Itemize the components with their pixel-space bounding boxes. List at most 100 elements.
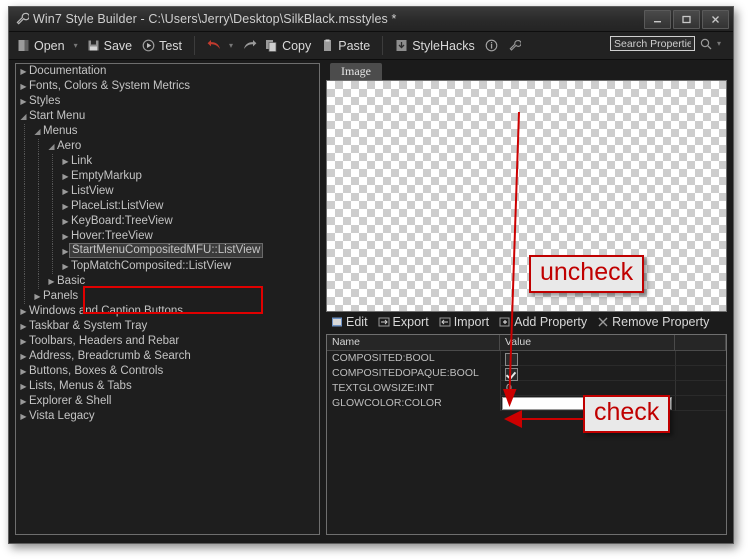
property-row[interactable]: COMPOSITEDOPAQUE:BOOL	[327, 366, 726, 381]
chevron-right-icon[interactable]: ▶	[60, 199, 71, 214]
chevron-right-icon[interactable]: ▶	[18, 94, 29, 109]
chevron-right-icon[interactable]: ▶	[46, 274, 57, 289]
tree-item-label: Fonts, Colors & System Metrics	[29, 80, 191, 92]
style-tree-panel[interactable]: ▶ Documentation ▶ Fonts, Colors & System Me…	[15, 63, 320, 535]
image-preview-canvas[interactable]	[326, 80, 727, 312]
tree-item-hover-treeview[interactable]: ▶ Hover:TreeView	[16, 229, 319, 244]
tree-guide-line	[24, 154, 25, 169]
tree-item-label: Lists, Menus & Tabs	[29, 380, 132, 392]
tree-item-emptymarkup[interactable]: ▶ EmptyMarkup	[16, 169, 319, 184]
property-row[interactable]: TEXTGLOWSIZE:INT 0	[327, 381, 726, 396]
tree-item-listview[interactable]: ▶ ListView	[16, 184, 319, 199]
chevron-right-icon[interactable]: ▶	[18, 304, 29, 319]
column-header-extra	[675, 335, 726, 350]
chevron-right-icon[interactable]: ▶	[18, 64, 29, 79]
import-button[interactable]: Import	[434, 315, 494, 329]
property-grid[interactable]: Name Value COMPOSITED:BOOL COMPOSITEDOPAQ…	[326, 334, 727, 535]
undo-dropdown-caret-icon[interactable]: ▾	[225, 41, 237, 50]
tree-guide-line	[24, 259, 25, 274]
property-checkbox[interactable]	[505, 353, 518, 366]
tree-guide-line	[24, 139, 25, 154]
chevron-right-icon[interactable]: ▶	[60, 259, 71, 274]
remove-x-icon	[597, 316, 609, 328]
tree-item-keyboard-treeview[interactable]: ▶ KeyBoard:TreeView	[16, 214, 319, 229]
tab-image[interactable]: Image	[330, 63, 382, 80]
chevron-right-icon[interactable]: ▶	[18, 379, 29, 394]
chevron-right-icon[interactable]: ▶	[18, 364, 29, 379]
tree-guide-line	[38, 244, 39, 259]
tree-item-placelist-listview[interactable]: ▶ PlaceList:ListView	[16, 199, 319, 214]
redo-button[interactable]	[237, 37, 260, 54]
tree-item-menus[interactable]: ◢ Menus	[16, 124, 319, 139]
property-value-cell[interactable]	[500, 366, 675, 381]
search-dropdown-caret-icon[interactable]: ▾	[713, 39, 725, 48]
property-checkbox[interactable]	[505, 368, 518, 381]
chevron-right-icon[interactable]: ▶	[60, 229, 71, 244]
undo-button[interactable]	[202, 37, 225, 54]
tree-item-documentation[interactable]: ▶ Documentation	[16, 64, 319, 79]
tree-item-toolbars-headers-and-rebar[interactable]: ▶ Toolbars, Headers and Rebar	[16, 334, 319, 349]
tree-guide-line	[38, 139, 39, 154]
tree-item-label: StartMenuCompositedMFU::ListView	[69, 243, 264, 258]
tree-guide-line	[24, 169, 25, 184]
stylehacks-button[interactable]: StyleHacks	[390, 37, 480, 55]
chevron-right-icon[interactable]: ▶	[18, 334, 29, 349]
magnifier-icon[interactable]	[699, 37, 713, 51]
copy-button[interactable]: Copy	[260, 37, 316, 55]
tree-item-label: Buttons, Boxes & Controls	[29, 365, 164, 377]
tree-item-fonts-colors-system-metrics[interactable]: ▶ Fonts, Colors & System Metrics	[16, 79, 319, 94]
property-name: GLOWCOLOR:COLOR	[332, 397, 442, 409]
chevron-down-icon[interactable]: ◢	[18, 109, 29, 124]
export-label: Export	[392, 314, 429, 329]
tree-item-topmatchcomposited-listview[interactable]: ▶ TopMatchComposited::ListView	[16, 259, 319, 274]
chevron-down-icon[interactable]: ◢	[46, 139, 57, 154]
chevron-down-icon[interactable]: ◢	[32, 124, 43, 139]
tree-item-start-menu[interactable]: ◢ Start Menu	[16, 109, 319, 124]
tree-item-taskbar-system-tray[interactable]: ▶ Taskbar & System Tray	[16, 319, 319, 334]
chevron-right-icon[interactable]: ▶	[60, 169, 71, 184]
chevron-right-icon[interactable]: ▶	[32, 289, 43, 304]
add-property-label: Add Property	[514, 314, 588, 329]
tree-item-aero[interactable]: ◢ Aero	[16, 139, 319, 154]
tree-item-address-breadcrumb-search[interactable]: ▶ Address, Breadcrumb & Search	[16, 349, 319, 364]
remove-property-button[interactable]: Remove Property	[592, 315, 714, 329]
tree-item-buttons-boxes-controls[interactable]: ▶ Buttons, Boxes & Controls	[16, 364, 319, 379]
tree-item-link[interactable]: ▶ Link	[16, 154, 319, 169]
property-row[interactable]: COMPOSITED:BOOL	[327, 351, 726, 366]
test-button[interactable]: Test	[137, 37, 187, 55]
open-dropdown-caret-icon[interactable]: ▾	[70, 41, 82, 50]
minimize-button[interactable]	[644, 10, 671, 29]
chevron-right-icon[interactable]: ▶	[18, 79, 29, 94]
property-value-cell[interactable]: 0	[500, 381, 675, 396]
tree-item-vista-legacy[interactable]: ▶ Vista Legacy	[16, 409, 319, 424]
chevron-right-icon[interactable]: ▶	[18, 349, 29, 364]
edit-button[interactable]: Edit	[326, 315, 373, 329]
tree-guide-line	[38, 259, 39, 274]
chevron-right-icon[interactable]: ▶	[18, 394, 29, 409]
save-button[interactable]: Save	[82, 37, 138, 55]
paste-button[interactable]: Paste	[316, 37, 375, 55]
tree-item-label: Link	[71, 155, 93, 167]
info-button[interactable]	[480, 37, 503, 54]
property-name: COMPOSITEDOPAQUE:BOOL	[332, 367, 479, 379]
tree-guide-line	[24, 244, 25, 259]
tree-item-startmenucompositedmfu-listview[interactable]: ▶ StartMenuCompositedMFU::ListView	[16, 243, 319, 259]
maximize-button[interactable]	[673, 10, 700, 29]
chevron-right-icon[interactable]: ▶	[60, 214, 71, 229]
tree-item-lists-menus-tabs[interactable]: ▶ Lists, Menus & Tabs	[16, 379, 319, 394]
property-value-cell[interactable]	[500, 351, 675, 366]
settings-button[interactable]	[503, 37, 526, 54]
tree-guide-line	[24, 274, 25, 289]
export-button[interactable]: Export	[373, 315, 434, 329]
search-properties-input[interactable]	[609, 36, 695, 51]
chevron-right-icon[interactable]: ▶	[60, 184, 71, 199]
tree-guide-line	[24, 184, 25, 199]
close-button[interactable]	[702, 10, 729, 29]
open-button[interactable]: Open	[12, 37, 70, 55]
tree-item-styles[interactable]: ▶ Styles	[16, 94, 319, 109]
chevron-right-icon[interactable]: ▶	[60, 154, 71, 169]
chevron-right-icon[interactable]: ▶	[18, 319, 29, 334]
add-property-button[interactable]: Add Property	[494, 315, 592, 329]
chevron-right-icon[interactable]: ▶	[18, 409, 29, 424]
tree-item-explorer-shell[interactable]: ▶ Explorer & Shell	[16, 394, 319, 409]
